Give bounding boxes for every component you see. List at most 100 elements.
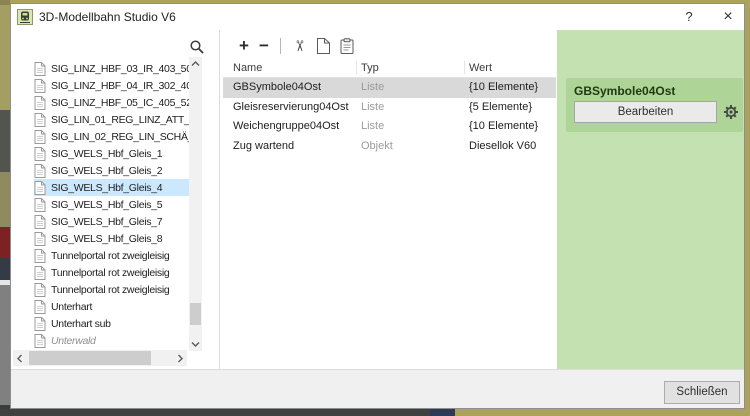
column-separator[interactable]	[356, 61, 357, 74]
tree-item-label: SIG_WELS_Hbf_Gleis_4	[51, 181, 163, 194]
column-header-name[interactable]: Name	[233, 59, 262, 77]
scroll-up-icon[interactable]	[189, 57, 202, 71]
toolbar-separator	[280, 38, 281, 54]
tree-item-label: Tunnelportal rot zweigleisig	[51, 266, 170, 279]
tree-item[interactable]: SIG_WELS_Hbf_Gleis_5	[11, 196, 189, 213]
tree-item-label: SIG_WELS_Hbf_Gleis_8	[51, 232, 163, 245]
table-row[interactable]: Gleisreservierung04Ost Liste {5 Elemente}	[223, 98, 556, 118]
document-icon	[34, 265, 46, 280]
document-icon	[34, 214, 46, 229]
schliessen-button[interactable]: Schließen	[664, 381, 740, 404]
close-window-button[interactable]: ×	[716, 4, 740, 30]
column-separator[interactable]	[464, 61, 465, 74]
background-strip	[0, 258, 10, 280]
cell-typ: Liste	[361, 81, 385, 93]
train-icon	[17, 9, 33, 25]
horizontal-scrollbar[interactable]	[13, 350, 187, 366]
cell-wert: {10 Elemente}	[469, 120, 539, 132]
horizontal-scrollbar-thumb[interactable]	[29, 351, 151, 365]
scissors-icon[interactable]: ✂	[287, 37, 311, 55]
tree-item-label: SIG_LIN_01_REG_LINZ_ATT_LINZ	[51, 113, 189, 126]
background-strip	[0, 172, 10, 227]
detail-panel: GBSymbole04Ost Bearbeiten	[557, 30, 744, 370]
document-icon	[34, 231, 46, 246]
object-list-panel: SIG_LINZ_HBF_03_IR_403_502 SIG_LINZ_HBF_0…	[11, 30, 219, 370]
object-tree-viewport: SIG_LINZ_HBF_03_IR_403_502 SIG_LINZ_HBF_0…	[11, 57, 189, 350]
cell-name: Weichengruppe04Ost	[233, 120, 340, 132]
background-strip	[0, 5, 10, 110]
cell-name: Zug wartend	[233, 139, 295, 152]
column-header-wert[interactable]: Wert	[469, 59, 492, 77]
properties-toolbar: + − ✂	[234, 34, 359, 58]
document-icon	[34, 129, 46, 144]
scroll-right-icon[interactable]	[173, 350, 187, 366]
tree-item[interactable]: Unterwald	[11, 332, 189, 349]
clipboard-paste-icon[interactable]	[335, 38, 359, 54]
tree-item-label: SIG_WELS_Hbf_Gleis_2	[51, 164, 163, 177]
document-icon	[34, 78, 46, 93]
property-table-header: Name Typ Wert	[223, 59, 556, 78]
tree-item[interactable]: Tunnelportal rot zweigleisig	[11, 281, 189, 298]
table-row[interactable]: Zug wartend Objekt Diesellok V60	[223, 137, 556, 157]
cell-name: GBSymbole04Ost	[233, 81, 322, 93]
cell-wert: {5 Elemente}	[469, 100, 532, 113]
copy-document-icon[interactable]	[311, 38, 335, 54]
tree-item[interactable]: SIG_WELS_Hbf_Gleis_4	[11, 179, 189, 196]
tree-item[interactable]: SIG_WELS_Hbf_Gleis_7	[11, 213, 189, 230]
cell-name: Gleisreservierung04Ost	[233, 100, 349, 113]
cell-typ: Liste	[361, 120, 385, 132]
titlebar[interactable]: 3D-Modellbahn Studio V6 ? ×	[11, 4, 744, 31]
tree-item[interactable]: SIG_LIN_02_REG_LIN_SCHÄ_LIN	[11, 128, 189, 145]
tree-item[interactable]: Tunnelportal rot zweigleisig	[11, 264, 189, 281]
cell-typ: Liste	[361, 100, 385, 113]
tree-item[interactable]: SIG_WELS_Hbf_Gleis_8	[11, 230, 189, 247]
search-icon[interactable]	[189, 39, 205, 55]
tree-item[interactable]: Unterhart sub	[11, 315, 189, 332]
tree-item-label: Unterhart	[51, 300, 93, 313]
table-row[interactable]: Weichengruppe04Ost Liste {10 Elemente}	[223, 117, 556, 137]
tree-item[interactable]: SIG_LINZ_HBF_05_IC_405_523	[11, 94, 189, 111]
tree-item-label: SIG_WELS_Hbf_Gleis_7	[51, 215, 163, 228]
tree-item-label: SIG_LINZ_HBF_05_IC_405_523	[51, 96, 189, 109]
document-icon	[34, 163, 46, 178]
document-icon	[34, 61, 46, 76]
tree-item[interactable]: SIG_LINZ_HBF_04_IR_302_403	[11, 77, 189, 94]
background-strip	[0, 409, 430, 416]
table-row[interactable]: GBSymbole04Ost Liste {10 Elemente}	[223, 78, 556, 98]
scroll-down-icon[interactable]	[189, 337, 202, 351]
dialog-footer: Schließen	[11, 369, 744, 408]
document-icon	[34, 197, 46, 212]
background-strip	[0, 110, 10, 172]
tree-item-label: Tunnelportal rot zweigleisig	[51, 283, 170, 296]
cell-wert: {10 Elemente}	[469, 81, 539, 93]
cell-typ: Objekt	[361, 139, 393, 152]
tree-item-label: Unterwald	[51, 334, 96, 347]
tree-item-label: SIG_LINZ_HBF_04_IR_302_403	[51, 79, 189, 92]
plus-icon[interactable]: +	[234, 36, 254, 56]
detail-card-title: GBSymbole04Ost	[574, 84, 676, 98]
tree-item[interactable]: SIG_WELS_Hbf_Gleis_1	[11, 145, 189, 162]
window-title: 3D-Modellbahn Studio V6	[39, 10, 176, 24]
tree-item[interactable]: SIG_WELS_Hbf_Gleis_2	[11, 162, 189, 179]
vertical-scrollbar-thumb[interactable]	[190, 303, 201, 325]
vertical-scrollbar[interactable]	[189, 57, 202, 351]
properties-dialog: 3D-Modellbahn Studio V6 ? × SIG_LINZ_HBF…	[10, 3, 745, 409]
help-button[interactable]: ?	[678, 4, 700, 30]
tree-item[interactable]: Tunnelportal rot zweigleisig	[11, 247, 189, 264]
gear-icon[interactable]	[723, 104, 739, 120]
background-strip	[430, 409, 455, 416]
object-tree: SIG_LINZ_HBF_03_IR_403_502 SIG_LINZ_HBF_0…	[11, 57, 189, 350]
scroll-left-icon[interactable]	[13, 350, 27, 366]
minus-icon[interactable]: −	[254, 36, 274, 56]
tree-item-label: SIG_WELS_Hbf_Gleis_5	[51, 198, 163, 211]
document-icon	[34, 333, 46, 348]
tree-item-label: Tunnelportal rot zweigleisig	[51, 249, 170, 262]
tree-item[interactable]: SIG_LINZ_HBF_03_IR_403_502	[11, 60, 189, 77]
background-strip	[0, 227, 10, 258]
edit-button[interactable]: Bearbeiten	[574, 101, 717, 123]
document-icon	[34, 146, 46, 161]
tree-item[interactable]: SIG_LIN_01_REG_LINZ_ATT_LINZ	[11, 111, 189, 128]
tree-item[interactable]: Unterhart	[11, 298, 189, 315]
document-icon	[34, 282, 46, 297]
column-header-typ[interactable]: Typ	[361, 59, 379, 77]
